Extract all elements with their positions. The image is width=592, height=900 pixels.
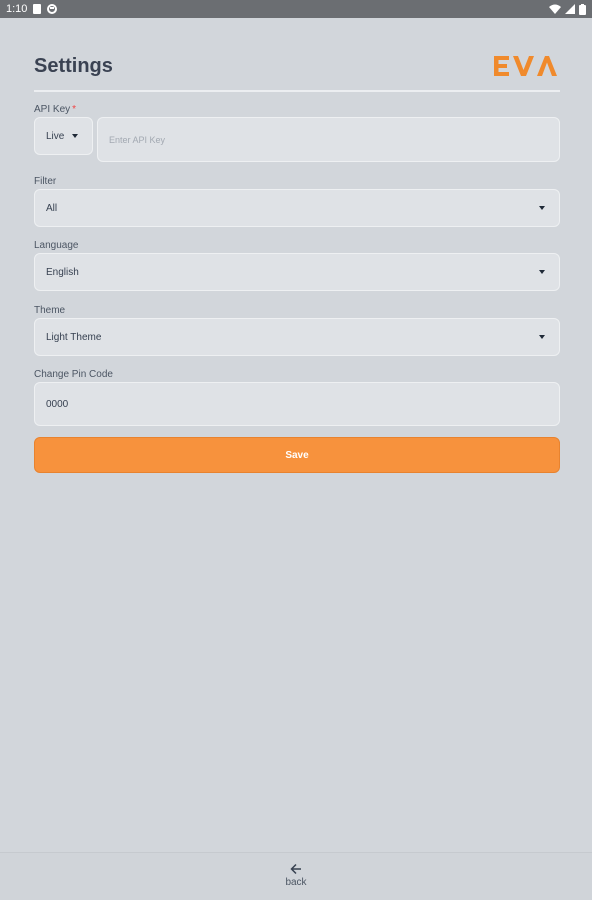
status-bar: 1:10 — [0, 0, 592, 18]
language-label: Language — [34, 240, 79, 251]
api-key-label: API Key * — [34, 104, 77, 115]
chevron-down-icon — [539, 206, 545, 210]
chevron-down-icon — [72, 134, 78, 138]
theme-select[interactable]: Light Theme — [34, 318, 560, 356]
required-mark: * — [72, 104, 77, 115]
filter-label: Filter — [34, 176, 57, 187]
pin-code-value: 0000 — [46, 398, 69, 410]
chevron-down-icon — [539, 270, 545, 274]
signal-icon — [565, 4, 575, 14]
pin-code-label: Change Pin Code — [34, 369, 113, 380]
arrow-left-icon — [290, 863, 301, 875]
api-environment-value: Live — [46, 130, 65, 142]
api-key-input[interactable]: Enter API Key — [97, 117, 560, 162]
battery-icon — [579, 3, 586, 15]
api-key-placeholder: Enter API Key — [109, 134, 166, 145]
filter-select[interactable]: All — [34, 189, 560, 227]
back-button[interactable]: back — [276, 863, 316, 897]
language-value: English — [46, 266, 79, 278]
notification-doc-icon — [33, 4, 42, 14]
pin-code-input[interactable]: 0000 — [34, 382, 560, 426]
back-label: back — [285, 877, 307, 888]
page-title: Settings — [34, 55, 113, 77]
notification-circle-icon — [47, 4, 58, 14]
theme-value: Light Theme — [46, 331, 102, 343]
api-environment-select[interactable]: Live — [34, 117, 93, 155]
page-header: Settings — [34, 50, 560, 90]
save-button[interactable]: Save — [34, 437, 560, 473]
wifi-icon — [549, 4, 561, 14]
header-divider — [34, 90, 560, 92]
language-select[interactable]: English — [34, 253, 560, 291]
theme-label: Theme — [34, 305, 66, 316]
bottom-nav-bar: back — [0, 852, 592, 900]
filter-value: All — [46, 202, 58, 214]
chevron-down-icon — [539, 335, 545, 339]
status-time: 1:10 — [6, 3, 28, 15]
eva-logo — [492, 54, 560, 83]
